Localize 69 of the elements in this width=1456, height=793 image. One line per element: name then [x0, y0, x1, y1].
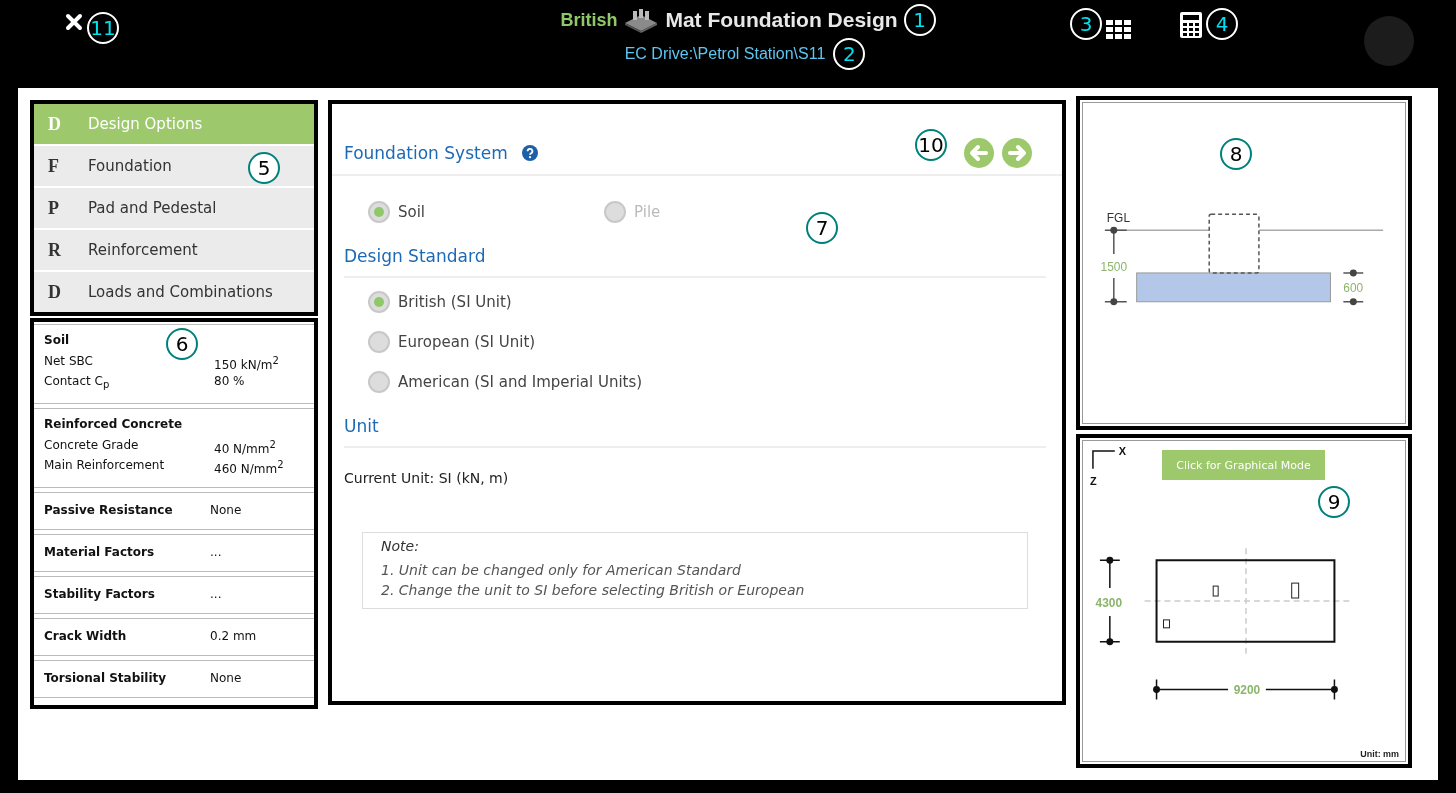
x-axis-label: X — [1118, 444, 1127, 457]
callout-number: 1 — [903, 4, 936, 36]
grid-icon[interactable] — [1106, 20, 1132, 40]
note-line: 2. Change the unit to SI before selecting British or European — [381, 581, 806, 600]
nav-item[interactable]: P Pad and Pedestal — [34, 188, 314, 228]
property-value: 80 % — [214, 373, 245, 390]
radio-label[interactable]: British (SI Unit) — [398, 293, 512, 311]
note-line: 1. Unit can be changed only for American Standard — [381, 561, 742, 580]
callout-number: 8 — [1220, 138, 1252, 170]
pedestal-outline — [1208, 213, 1260, 274]
callout-number: 2 — [833, 38, 866, 70]
summary-heading: Torsional Stability — [44, 671, 168, 686]
back-arrow-button[interactable] — [964, 138, 994, 168]
property-value: 460 N/mm$^{2}$ — [214, 458, 284, 478]
summary-heading: Reinforced Concrete — [44, 417, 183, 432]
app-title: Mat Foundation Design — [665, 8, 898, 32]
radio-label[interactable]: American (SI and Imperial Units) — [398, 373, 643, 391]
radio-label[interactable]: European (SI Unit) — [398, 333, 536, 351]
property-value: 0.2 mm — [210, 629, 257, 644]
z-axis-label: Z — [1089, 474, 1097, 487]
summary-heading: Crack Width — [44, 629, 128, 644]
unit-label: Unit: mm — [1360, 749, 1400, 759]
current-unit-text: Current Unit: SI (kN, m) — [344, 469, 510, 486]
length-dimension: 9200 — [1233, 683, 1261, 698]
depth-dimension: 1500 — [1100, 259, 1128, 274]
callout-number: 10 — [915, 129, 947, 161]
width-dimension: 4300 — [1095, 595, 1123, 610]
radio-button[interactable] — [368, 291, 390, 313]
summary-heading: Passive Resistance — [44, 503, 174, 518]
summary-heading: Material Factors — [44, 545, 156, 560]
thickness-dimension-line — [1342, 269, 1364, 306]
radio-button[interactable] — [368, 371, 390, 393]
ground-level-label: FGL — [1106, 211, 1130, 226]
close-icon[interactable] — [65, 13, 83, 31]
property-value: None — [210, 503, 242, 518]
callout-number: 9 — [1318, 486, 1350, 518]
nav-item[interactable]: D Loads and Combinations — [34, 272, 314, 312]
property-value: ... — [210, 545, 222, 560]
property-value: 150 kN/m$^{2}$ — [214, 354, 279, 373]
callout-number: 3 — [1070, 8, 1102, 40]
summary-heading: Soil — [44, 333, 70, 347]
nav-item[interactable]: R Reinforcement — [34, 230, 314, 270]
thickness-dimension: 600 — [1343, 280, 1364, 295]
forward-arrow-button[interactable] — [1002, 138, 1032, 168]
callout-number: 7 — [806, 212, 838, 244]
help-icon[interactable] — [521, 145, 538, 161]
property-label: Main Reinforcement — [44, 457, 166, 475]
axis-icon — [1092, 450, 1116, 470]
property-value: None — [210, 671, 242, 686]
project-path: EC Drive:\Petrol Station\S11 — [624, 45, 826, 63]
region-label: British — [560, 9, 618, 31]
user-avatar[interactable] — [1364, 16, 1414, 66]
section-heading: Foundation System — [344, 143, 508, 163]
property-value: ... — [210, 587, 222, 602]
radio-button[interactable] — [368, 201, 390, 223]
property-label: Concrete Grade — [44, 437, 140, 455]
callout-number: 6 — [166, 328, 198, 360]
property-value: 40 N/mm$^{2}$ — [214, 438, 276, 458]
property-label: Contact C$_{p}$ — [44, 373, 111, 393]
radio-label[interactable]: Soil — [398, 203, 426, 221]
property-label: Net SBC — [44, 353, 94, 370]
callout-number: 4 — [1206, 8, 1238, 40]
calculator-icon[interactable] — [1180, 12, 1202, 38]
callout-number: 11 — [87, 12, 119, 44]
section-heading: Unit — [344, 394, 1046, 448]
foundation-logo-icon — [623, 7, 660, 33]
radio-button[interactable] — [368, 331, 390, 353]
summary-heading: Stability Factors — [44, 587, 156, 602]
note-title: Note: — [381, 538, 420, 554]
